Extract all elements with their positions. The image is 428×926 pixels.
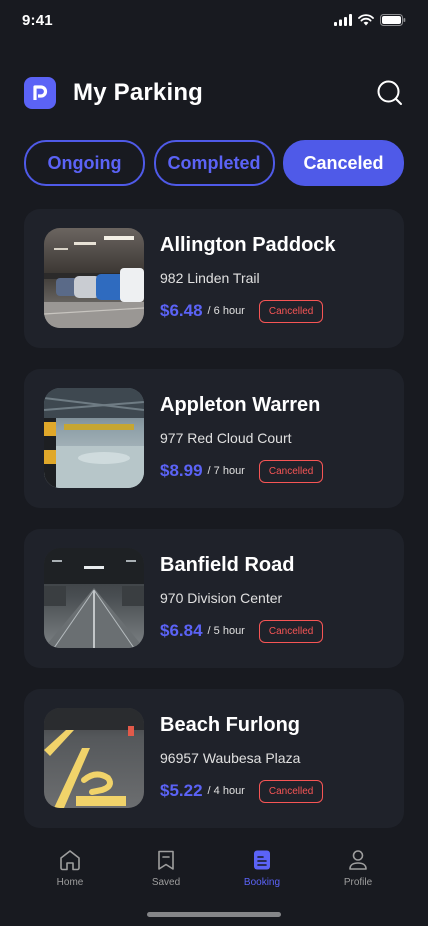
app-logo <box>24 77 56 109</box>
status-time: 9:41 <box>22 12 53 29</box>
nav-label: Home <box>56 877 84 888</box>
duration: / 4 hour <box>207 785 245 797</box>
nav-label: Profile <box>343 877 373 888</box>
booking-card[interactable]: Appleton Warren 977 Red Cloud Court $8.9… <box>24 369 404 508</box>
price: $5.22 <box>160 781 203 800</box>
home-icon <box>60 850 80 871</box>
duration: / 7 hour <box>207 465 245 477</box>
document-icon <box>254 850 270 870</box>
status-badge: Cancelled <box>258 299 324 323</box>
status-icons <box>334 14 406 26</box>
parking-name: Banfield Road <box>160 554 295 576</box>
price-row: $6.84 / 5 hour Cancelled <box>160 619 324 643</box>
nav-home[interactable]: Home <box>35 848 105 888</box>
status-badge: Cancelled <box>258 459 324 483</box>
price-row: $8.99 / 7 hour Cancelled <box>160 459 324 483</box>
nav-saved[interactable]: Saved <box>131 848 201 888</box>
parking-photo <box>44 228 144 328</box>
header: My Parking <box>24 76 404 110</box>
parking-name: Beach Furlong <box>160 714 301 736</box>
price: $6.48 <box>160 301 203 320</box>
duration: / 6 hour <box>207 305 245 317</box>
price: $6.84 <box>160 621 203 640</box>
status-badge: Cancelled <box>258 779 324 803</box>
status-tabs: Ongoing Completed Canceled <box>24 140 404 186</box>
booking-card[interactable]: Banfield Road 970 Division Center $6.84 … <box>24 529 404 668</box>
search-icon <box>377 80 402 105</box>
tab-completed[interactable]: Completed <box>153 140 275 186</box>
booking-card[interactable]: Allington Paddock 982 Linden Trail $6.48… <box>24 209 404 348</box>
parking-address: 96957 Waubesa Plaza <box>160 750 301 766</box>
page-title: My Parking <box>73 79 204 106</box>
nav-profile[interactable]: Profile <box>323 848 393 888</box>
home-indicator <box>147 912 281 917</box>
nav-label: Booking <box>243 877 281 888</box>
wifi-icon <box>358 14 374 26</box>
parking-logo-icon <box>33 85 48 100</box>
parking-address: 970 Division Center <box>160 590 283 606</box>
bookmark-icon <box>158 850 174 870</box>
nav-label: Saved <box>151 877 181 888</box>
parking-name: Allington Paddock <box>160 234 336 256</box>
price-row: $6.48 / 6 hour Cancelled <box>160 299 324 323</box>
price-row: $5.22 / 4 hour Cancelled <box>160 779 324 803</box>
parking-photo <box>44 388 144 488</box>
parking-name: Appleton Warren <box>160 394 321 416</box>
parking-photo <box>44 708 144 808</box>
status-badge: Cancelled <box>258 619 324 643</box>
parking-photo <box>44 548 144 648</box>
parking-address: 977 Red Cloud Court <box>160 430 292 446</box>
parking-address: 982 Linden Trail <box>160 270 260 286</box>
nav-booking[interactable]: Booking <box>227 848 297 888</box>
signal-icon <box>334 14 352 26</box>
tab-canceled[interactable]: Canceled <box>283 140 404 186</box>
duration: / 5 hour <box>207 625 245 637</box>
search-button[interactable] <box>376 79 404 107</box>
price: $8.99 <box>160 461 203 480</box>
booking-card[interactable]: Beach Furlong 96957 Waubesa Plaza $5.22 … <box>24 689 404 828</box>
battery-icon <box>380 14 406 26</box>
profile-icon <box>349 850 367 870</box>
tab-ongoing[interactable]: Ongoing <box>24 140 145 186</box>
status-bar: 9:41 <box>0 0 428 44</box>
